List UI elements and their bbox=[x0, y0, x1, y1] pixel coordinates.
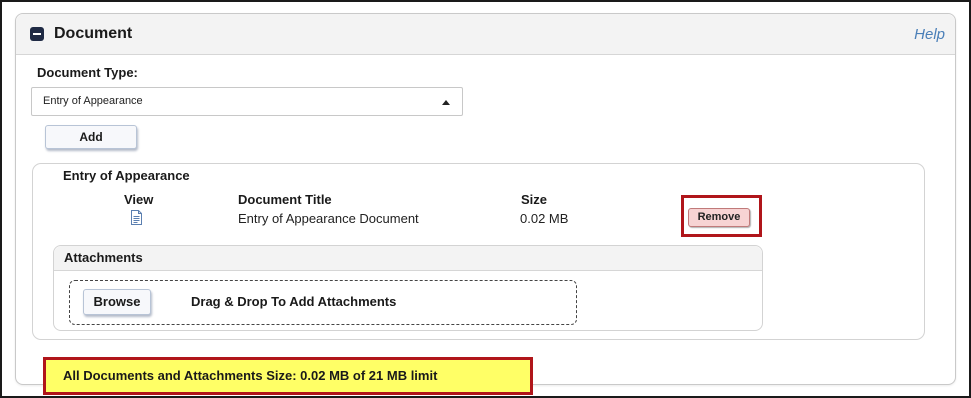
document-panel: Document Help Document Type: Entry of Ap… bbox=[15, 13, 956, 395]
drop-zone-text: Drag & Drop To Add Attachments bbox=[191, 294, 397, 309]
document-type-label: Document Type: bbox=[37, 65, 138, 80]
document-card: Entry of Appearance View Document Title … bbox=[32, 163, 925, 340]
total-size-bar: All Documents and Attachments Size: 0.02… bbox=[46, 360, 530, 392]
attachment-drop-zone[interactable]: Browse Drag & Drop To Add Attachments bbox=[69, 280, 577, 325]
attachments-title: Attachments bbox=[64, 250, 143, 265]
add-button[interactable]: Add bbox=[45, 125, 137, 149]
document-card-title: Entry of Appearance bbox=[63, 168, 190, 183]
collapse-minus-icon[interactable] bbox=[30, 27, 44, 41]
document-title-cell: Entry of Appearance Document bbox=[238, 211, 419, 226]
caret-up-icon bbox=[442, 100, 450, 105]
document-icon[interactable] bbox=[130, 210, 143, 225]
document-type-select[interactable]: Entry of Appearance bbox=[31, 87, 463, 116]
column-header-view: View bbox=[124, 192, 154, 207]
panel-title: Document bbox=[54, 25, 133, 42]
panel-header: Document Help bbox=[16, 14, 955, 55]
total-size-text: All Documents and Attachments Size: 0.02… bbox=[63, 368, 438, 383]
column-header-size: Size bbox=[521, 192, 548, 207]
attachments-header: Attachments bbox=[54, 246, 762, 271]
browse-button[interactable]: Browse bbox=[83, 289, 151, 315]
column-header-title: Document Title bbox=[238, 192, 332, 207]
remove-button[interactable]: Remove bbox=[688, 208, 750, 227]
attachments-box: Attachments Browse Drag & Drop To Add At… bbox=[53, 245, 763, 331]
help-link[interactable]: Help bbox=[914, 26, 945, 43]
document-size-cell: 0.02 MB bbox=[520, 211, 569, 226]
document-type-selected-value: Entry of Appearance bbox=[43, 95, 143, 107]
